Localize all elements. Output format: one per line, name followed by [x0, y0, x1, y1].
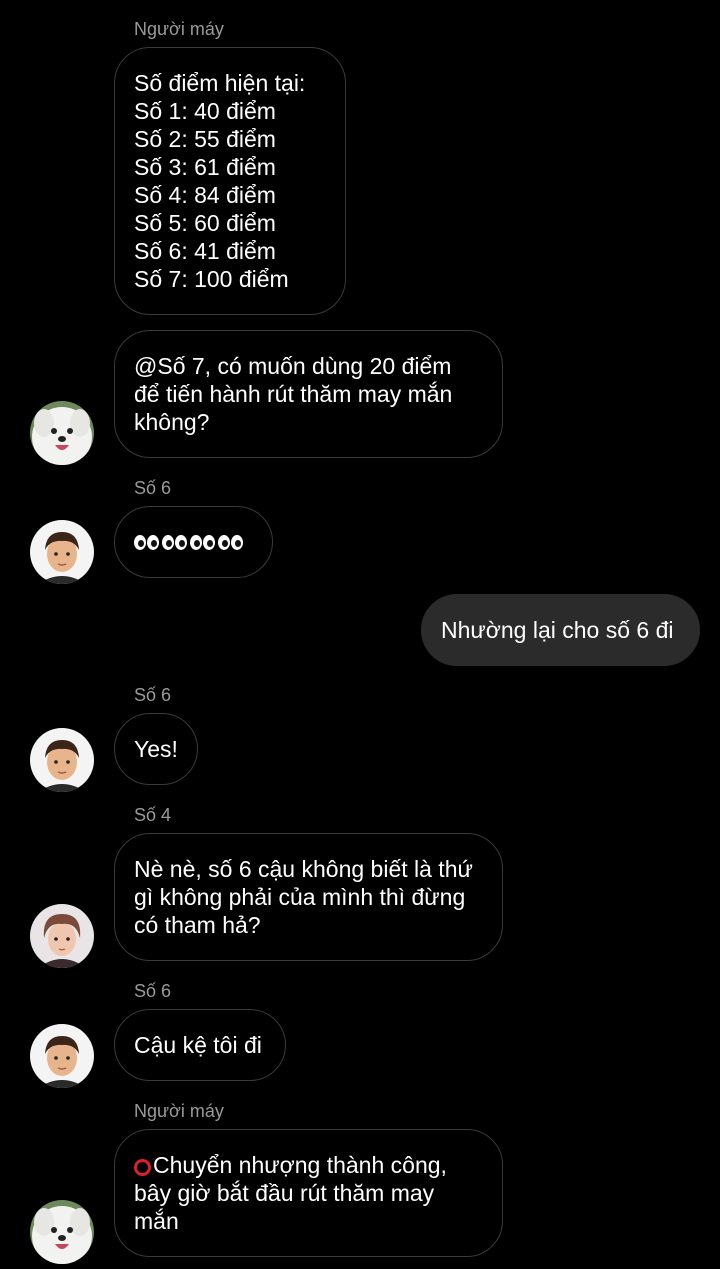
eyes-icon [162, 534, 187, 550]
dog-avatar[interactable] [30, 1200, 94, 1264]
sender-label: Số 6 [134, 981, 172, 1001]
message-bubble[interactable]: Chuyển nhượng thành công, bây giờ bắt đầ… [114, 1129, 503, 1257]
message-text: Nè nè, số 6 cậu không biết là thứ gì khô… [134, 856, 473, 938]
boy-avatar[interactable] [30, 1024, 94, 1088]
message-text: Chuyển nhượng thành công, bây giờ bắt đầ… [134, 1152, 447, 1234]
eyes-icon [190, 534, 215, 550]
message-bubble[interactable]: Yes! [114, 713, 198, 785]
message-text: Yes! [134, 736, 178, 762]
message-text: Số điểm hiện tại: Số 1: 40 điểm Số 2: 55… [134, 70, 306, 292]
sender-label: Số 4 [134, 805, 172, 825]
outgoing-message-bubble[interactable]: Nhường lại cho số 6 đi [421, 594, 700, 666]
red-circle-icon [134, 1159, 151, 1176]
message-text: @Số 7, có muốn dùng 20 điểm để tiến hành… [134, 353, 453, 435]
message-bubble[interactable]: @Số 7, có muốn dùng 20 điểm để tiến hành… [114, 330, 503, 458]
message-bubble[interactable] [114, 506, 273, 578]
boy-avatar[interactable] [30, 728, 94, 792]
dog-avatar[interactable] [30, 401, 94, 465]
sender-label: Người máy [134, 1101, 224, 1121]
sender-label: Số 6 [134, 478, 172, 498]
eyes-emoji-group [134, 534, 243, 550]
message-bubble[interactable]: Nè nè, số 6 cậu không biết là thứ gì khô… [114, 833, 503, 961]
message-text-wrapper: Chuyển nhượng thành công, bây giờ bắt đầ… [134, 1151, 447, 1235]
eyes-icon [218, 534, 243, 550]
sender-label: Người máy [134, 19, 224, 39]
sender-label: Số 6 [134, 685, 172, 705]
boy-avatar[interactable] [30, 520, 94, 584]
boy2-avatar[interactable] [30, 904, 94, 968]
eyes-icon [134, 534, 159, 550]
message-bubble[interactable]: Cậu kệ tôi đi [114, 1009, 286, 1081]
message-text: Nhường lại cho số 6 đi [441, 617, 674, 643]
message-text: Cậu kệ tôi đi [134, 1032, 262, 1058]
message-bubble[interactable]: Số điểm hiện tại: Số 1: 40 điểm Số 2: 55… [114, 47, 346, 315]
